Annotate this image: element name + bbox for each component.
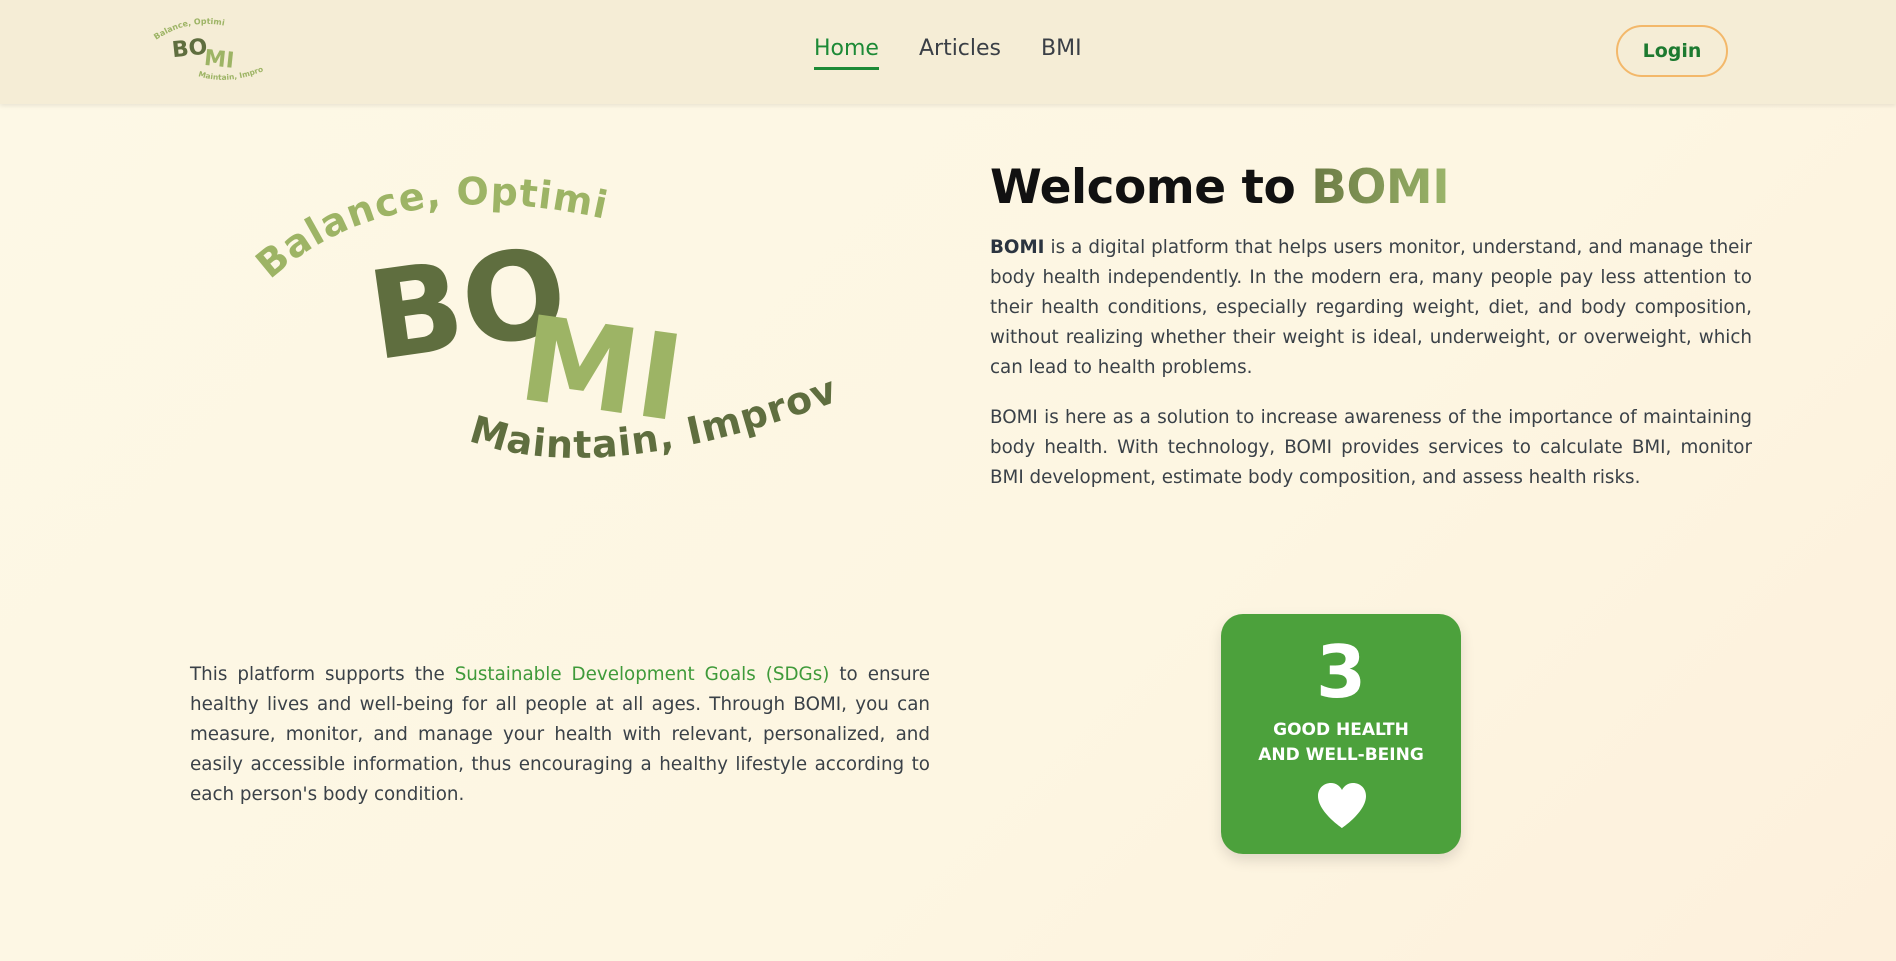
intro-paragraph: BOMI is a digital platform that helps us… bbox=[990, 233, 1752, 383]
welcome-section: Welcome to BOMI BOMI is a digital platfo… bbox=[990, 160, 1752, 513]
sdg-goal-title-line1: GOOD HEALTH bbox=[1273, 720, 1409, 740]
logo-letters-bo: BO bbox=[171, 35, 209, 64]
main-nav: Home Articles BMI bbox=[814, 36, 1082, 70]
sdg-section: This platform supports the Sustainable D… bbox=[190, 660, 930, 830]
navbar: Balance, Optimize BO MI Maintain, Improv… bbox=[0, 0, 1896, 104]
bomi-logo[interactable]: Balance, Optimize BO MI Maintain, Improv… bbox=[148, 14, 272, 90]
nav-home-link[interactable]: Home bbox=[814, 36, 879, 70]
welcome-title-prefix: Welcome to bbox=[990, 160, 1312, 215]
sdg-goal-title: GOOD HEALTH AND WELL-BEING bbox=[1241, 718, 1441, 768]
login-button[interactable]: Login bbox=[1616, 25, 1728, 77]
welcome-title: Welcome to BOMI bbox=[990, 160, 1752, 215]
nav-articles-link[interactable]: Articles bbox=[919, 36, 1001, 70]
intro-paragraph-text: is a digital platform that helps users m… bbox=[990, 237, 1752, 378]
welcome-title-brand: BOMI bbox=[1311, 160, 1450, 215]
sdg-goal-card: 3 GOOD HEALTH AND WELL-BEING bbox=[1221, 614, 1461, 854]
intro-bold-brand: BOMI bbox=[990, 237, 1045, 258]
heart-icon bbox=[1318, 783, 1366, 828]
sdg-goal-number: 3 bbox=[1315, 630, 1367, 714]
hero-bomi-logo: Balance, Optimize BO MI Maintain, Improv… bbox=[240, 160, 842, 467]
logo-letters-mi: MI bbox=[203, 46, 236, 74]
sdg-text-before: This platform supports the bbox=[190, 664, 455, 685]
sdg-goal-title-line2: AND WELL-BEING bbox=[1258, 745, 1424, 765]
sdg-paragraph: This platform supports the Sustainable D… bbox=[190, 660, 930, 810]
solution-paragraph: BOMI is here as a solution to increase a… bbox=[990, 407, 1752, 488]
sdg-link[interactable]: Sustainable Development Goals (SDGs) bbox=[455, 664, 830, 685]
sdg-text-after: to ensure healthy lives and well-being f… bbox=[190, 664, 931, 805]
nav-bmi-link[interactable]: BMI bbox=[1041, 36, 1082, 70]
